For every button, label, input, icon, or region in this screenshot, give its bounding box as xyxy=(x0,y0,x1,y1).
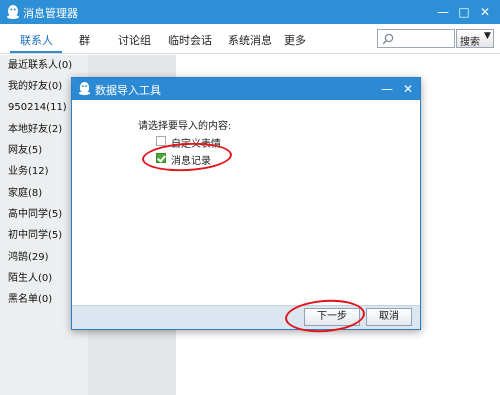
sidebar-item-recent-contacts[interactable]: 最近联系人(0) xyxy=(0,55,88,76)
tab-system-messages[interactable]: 系统消息 xyxy=(228,32,272,48)
option-label: 消息记录 xyxy=(171,156,211,167)
checkbox-custom-emoticons[interactable] xyxy=(156,136,166,146)
qq-penguin-icon xyxy=(78,81,91,96)
search-button[interactable]: 搜索 ▼ xyxy=(456,29,494,48)
tab-groups[interactable]: 群 xyxy=(79,32,90,48)
search-input[interactable] xyxy=(396,31,452,46)
tab-more[interactable]: 更多 xyxy=(284,32,306,48)
tab-temp-sessions[interactable]: 临时会话 xyxy=(168,32,212,48)
checkbox-message-history[interactable] xyxy=(156,153,166,163)
qq-penguin-icon xyxy=(7,5,19,19)
cancel-button[interactable]: 取消 xyxy=(366,308,412,326)
tab-contacts[interactable]: 联系人 xyxy=(20,32,53,48)
dialog-minimize-button[interactable]: — xyxy=(379,80,395,98)
maximize-button[interactable]: □ xyxy=(455,3,473,21)
import-prompt: 请选择要导入的内容: xyxy=(138,121,232,132)
option-label: 自定义表情 xyxy=(171,139,221,150)
active-tab-indicator xyxy=(10,51,62,53)
title-bar: 消息管理器 — □ ✕ xyxy=(0,0,500,24)
next-button[interactable]: 下一步 xyxy=(304,308,360,326)
close-button[interactable]: ✕ xyxy=(476,3,494,21)
data-import-dialog: 数据导入工具 — ✕ 请选择要导入的内容: 自定义表情 消息记录 下一步 取消 xyxy=(71,77,421,330)
search-icon xyxy=(382,33,394,45)
dialog-title: 数据导入工具 xyxy=(95,84,161,97)
dialog-close-button[interactable]: ✕ xyxy=(400,80,416,98)
chevron-down-icon[interactable]: ▼ xyxy=(484,31,491,41)
tab-discussion-groups[interactable]: 讨论组 xyxy=(118,32,151,48)
dialog-title-bar: 数据导入工具 — ✕ xyxy=(72,78,420,100)
minimize-button[interactable]: — xyxy=(434,3,452,21)
window-title: 消息管理器 xyxy=(23,7,78,20)
search-field[interactable] xyxy=(377,29,455,48)
search-button-label: 搜索 xyxy=(460,37,480,48)
